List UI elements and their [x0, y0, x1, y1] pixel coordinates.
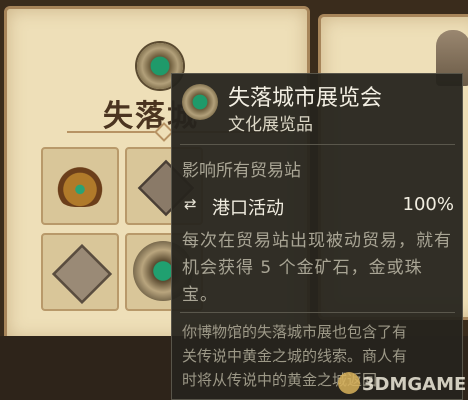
temple-artifact-icon — [51, 243, 113, 305]
artifact-slot-temple[interactable] — [41, 233, 119, 311]
tooltip-subtitle: 文化展览品 — [228, 115, 313, 135]
effect-value: 100% — [402, 194, 454, 215]
exhibit-medal-icon — [182, 84, 218, 120]
necklace-artifact-icon — [55, 163, 105, 207]
tooltip-title: 失落城市展览会 — [228, 86, 383, 111]
artifact-slot-necklace[interactable] — [41, 147, 119, 225]
tooltip-divider-lore — [180, 312, 455, 313]
exhibit-tooltip: 失落城市展览会 文化展览品 影响所有贸易站 ⇄ 港口活动 100% 每次在贸易站… — [171, 73, 463, 400]
swap-arrows-icon: ⇄ — [184, 195, 197, 213]
watermark-logo-icon — [338, 372, 360, 394]
effect-header: 影响所有贸易站 — [182, 161, 301, 181]
tooltip-divider — [180, 144, 455, 145]
effect-description: 每次在贸易站出现被动贸易，就有机会获得 5 个金矿石，金或珠宝。 — [182, 231, 452, 305]
effect-row: ⇄ 港口活动 100% — [182, 192, 454, 220]
watermark: 3DMGAME — [338, 370, 468, 400]
watermark-text: 3DMGAME — [362, 374, 467, 395]
effect-label: 港口活动 — [212, 198, 284, 219]
